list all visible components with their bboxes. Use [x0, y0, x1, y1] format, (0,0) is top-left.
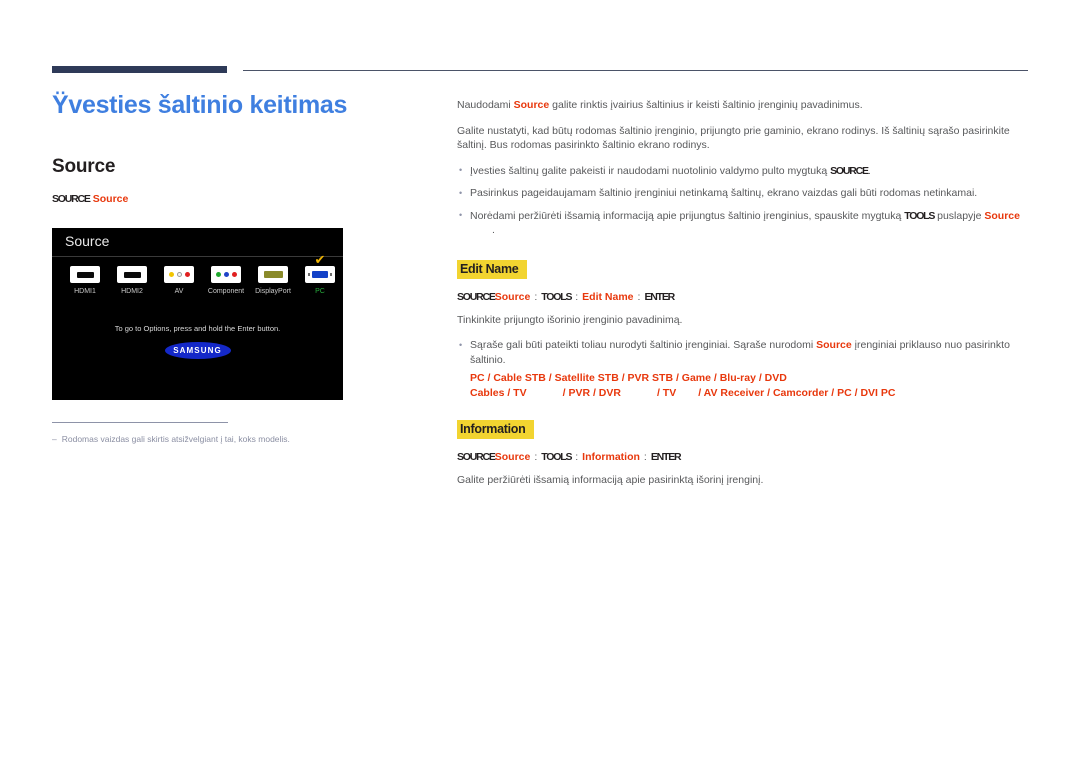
- document-page: Ÿvesties šaltinio keitimas Source SOURCE…: [0, 0, 1080, 763]
- breadcrumb-edit-name: SOURCESource: TOOLS: Edit Name: ENTER: [457, 290, 1032, 304]
- source-item-pc[interactable]: ✔ PC: [297, 253, 343, 295]
- breadcrumb-separator: :: [575, 451, 579, 463]
- breadcrumb-separator: :: [534, 290, 538, 303]
- right-column: Naudodami Source galite rinktis įvairius…: [457, 98, 1032, 499]
- breadcrumb-red-information: Information: [582, 451, 640, 463]
- source-item-label: Component: [207, 288, 245, 295]
- breadcrumb-separator: :: [643, 451, 647, 463]
- samsung-logo: SAMSUNG: [164, 342, 231, 359]
- edit-bullet-source: Source: [816, 339, 852, 351]
- hdmi-icon: [117, 266, 147, 283]
- intro-1-source: Source: [513, 99, 550, 111]
- list-item: Įvesties šaltinų galite pakeisti ir naud…: [457, 163, 1032, 179]
- breadcrumb-key-source: SOURCE: [457, 451, 496, 463]
- breadcrumb-red-source: Source: [494, 451, 531, 463]
- intro-paragraph-1: Naudodami Source galite rinktis įvairius…: [457, 98, 1032, 113]
- device-name-list: PC / Cable STB / Satellite STB / PVR STB…: [470, 371, 1032, 400]
- bullet-1-text: Įvesties šaltinų galite pakeisti ir naud…: [470, 164, 831, 177]
- bullet-3-tail: .: [492, 224, 495, 236]
- source-list: HDMI1 HDMI2 AV Component DisplayPort ✔ P…: [52, 253, 343, 312]
- intro-paragraph-2: Galite nustatyti, kad būtų rodomas šalti…: [457, 124, 1010, 152]
- section-title: Source: [52, 156, 116, 177]
- source-menu-hint: To go to Options, press and hold the Ent…: [114, 324, 281, 333]
- source-menu-header: Source: [52, 228, 343, 257]
- source-item-component[interactable]: Component: [203, 266, 249, 295]
- bullet-1-tail: .: [867, 164, 871, 177]
- left-column: Ÿvesties šaltinio keitimas Source SOURCE…: [52, 90, 422, 206]
- source-item-label: DisplayPort: [255, 288, 291, 295]
- edit-name-paragraph: Tinkinkite prijungto išorinio įrenginio …: [457, 313, 683, 326]
- device-list-line-2b: / PVR / DVR: [562, 386, 621, 399]
- device-list-line-2c: / TV: [656, 386, 677, 399]
- source-item-label: HDMI1: [74, 288, 96, 295]
- breadcrumb-information: SOURCESource: TOOLS: Information: ENTER: [457, 450, 1032, 464]
- bullet-3-source: Source: [984, 209, 1020, 222]
- device-list-line-2d: / AV Receiver / Camcorder / PC / DVI PC: [698, 386, 896, 399]
- bullet-2-text: Pasirinkus pageidaujamam šaltinio įrengi…: [470, 187, 978, 199]
- source-item-displayport[interactable]: DisplayPort: [250, 266, 296, 295]
- bullet-3-mid: puslapyje: [934, 209, 985, 222]
- header-rule-thin: [243, 70, 1028, 71]
- intro-bullet-list: Įvesties šaltinų galite pakeisti ir naud…: [457, 163, 1032, 238]
- breadcrumb-separator: :: [534, 451, 538, 463]
- bullet-3-key: TOOLS: [904, 209, 935, 222]
- footnote: – Rodomas vaizdas gali skirtis atsižvelgi…: [52, 433, 412, 445]
- bullet-1-key: SOURCE: [830, 164, 869, 177]
- list-item: Pasirinkus pageidaujamam šaltinio įrengi…: [457, 186, 1032, 201]
- breadcrumb-key-tools: TOOLS: [541, 290, 572, 303]
- component-rca-icon: [211, 266, 241, 283]
- device-list-line-1: PC / Cable STB / Satellite STB / PVR STB…: [470, 372, 787, 384]
- device-list-line-2a: Cables / TV: [470, 386, 527, 399]
- samsung-logo-text: SAMSUNG: [173, 346, 222, 355]
- footnote-rule: [52, 422, 228, 423]
- edit-bullet-before: Sąraše gali būti pateikti toliau nurodyt…: [470, 339, 817, 351]
- footnote-text: Rodomas vaizdas gali skirtis atsižvelgia…: [61, 434, 290, 444]
- vga-pc-icon: [305, 266, 335, 283]
- heading-edit-name: Edit Name: [457, 259, 528, 279]
- source-item-hdmi1[interactable]: HDMI1: [62, 266, 108, 295]
- displayport-icon: [258, 266, 288, 283]
- breadcrumb-target: Source: [92, 193, 129, 205]
- source-item-label: HDMI2: [121, 288, 143, 295]
- page-title: Ÿvesties šaltinio keitimas: [52, 91, 348, 119]
- device-list-line-2: Cables / TV / PVR / DVR / TV / AV Receiver …: [470, 386, 1032, 401]
- edit-name-bullet-list: Sąraše gali būti pateikti toliau nurodyt…: [457, 338, 1032, 367]
- breadcrumb-separator: :: [637, 290, 641, 303]
- header-rule-thick: [52, 66, 227, 73]
- intro-1-after: galite rinktis įvairius šaltinius ir kei…: [549, 99, 863, 111]
- breadcrumb-key-source: SOURCE: [52, 193, 91, 205]
- breadcrumb-red-source: Source: [494, 290, 531, 303]
- source-item-label: PC: [315, 288, 325, 295]
- breadcrumb-separator: :: [575, 290, 579, 303]
- checkmark-icon: ✔: [314, 252, 326, 267]
- intro-1-before: Naudodami: [457, 99, 514, 111]
- breadcrumb-key-source: SOURCE: [457, 290, 496, 303]
- breadcrumb: SOURCE Source: [52, 192, 422, 206]
- list-item: Sąraše gali būti pateikti toliau nurodyt…: [457, 338, 1032, 367]
- bullet-3-text: Norėdami peržiūrėti išsamią informaciją …: [470, 209, 905, 222]
- source-menu-screenshot: Source HDMI1 HDMI2 AV Component DisplayP…: [52, 228, 343, 400]
- av-rca-icon: [164, 266, 194, 283]
- source-menu-title: Source: [65, 233, 110, 249]
- breadcrumb-key-enter: ENTER: [644, 290, 675, 303]
- breadcrumb-red-edit-name: Edit Name: [582, 290, 634, 303]
- breadcrumb-key-enter: ENTER: [650, 451, 682, 463]
- footnote-dash: –: [52, 434, 57, 444]
- list-item: Norėdami peržiūrėti išsamią informaciją …: [457, 208, 1032, 238]
- information-paragraph: Galite peržiūrėti išsamią informaciją ap…: [457, 474, 764, 486]
- breadcrumb-key-tools: TOOLS: [541, 451, 572, 463]
- source-item-av[interactable]: AV: [156, 266, 202, 295]
- source-item-hdmi2[interactable]: HDMI2: [109, 266, 155, 295]
- heading-information: Information: [457, 420, 535, 439]
- source-item-label: AV: [174, 288, 184, 295]
- hdmi-icon: [70, 266, 100, 283]
